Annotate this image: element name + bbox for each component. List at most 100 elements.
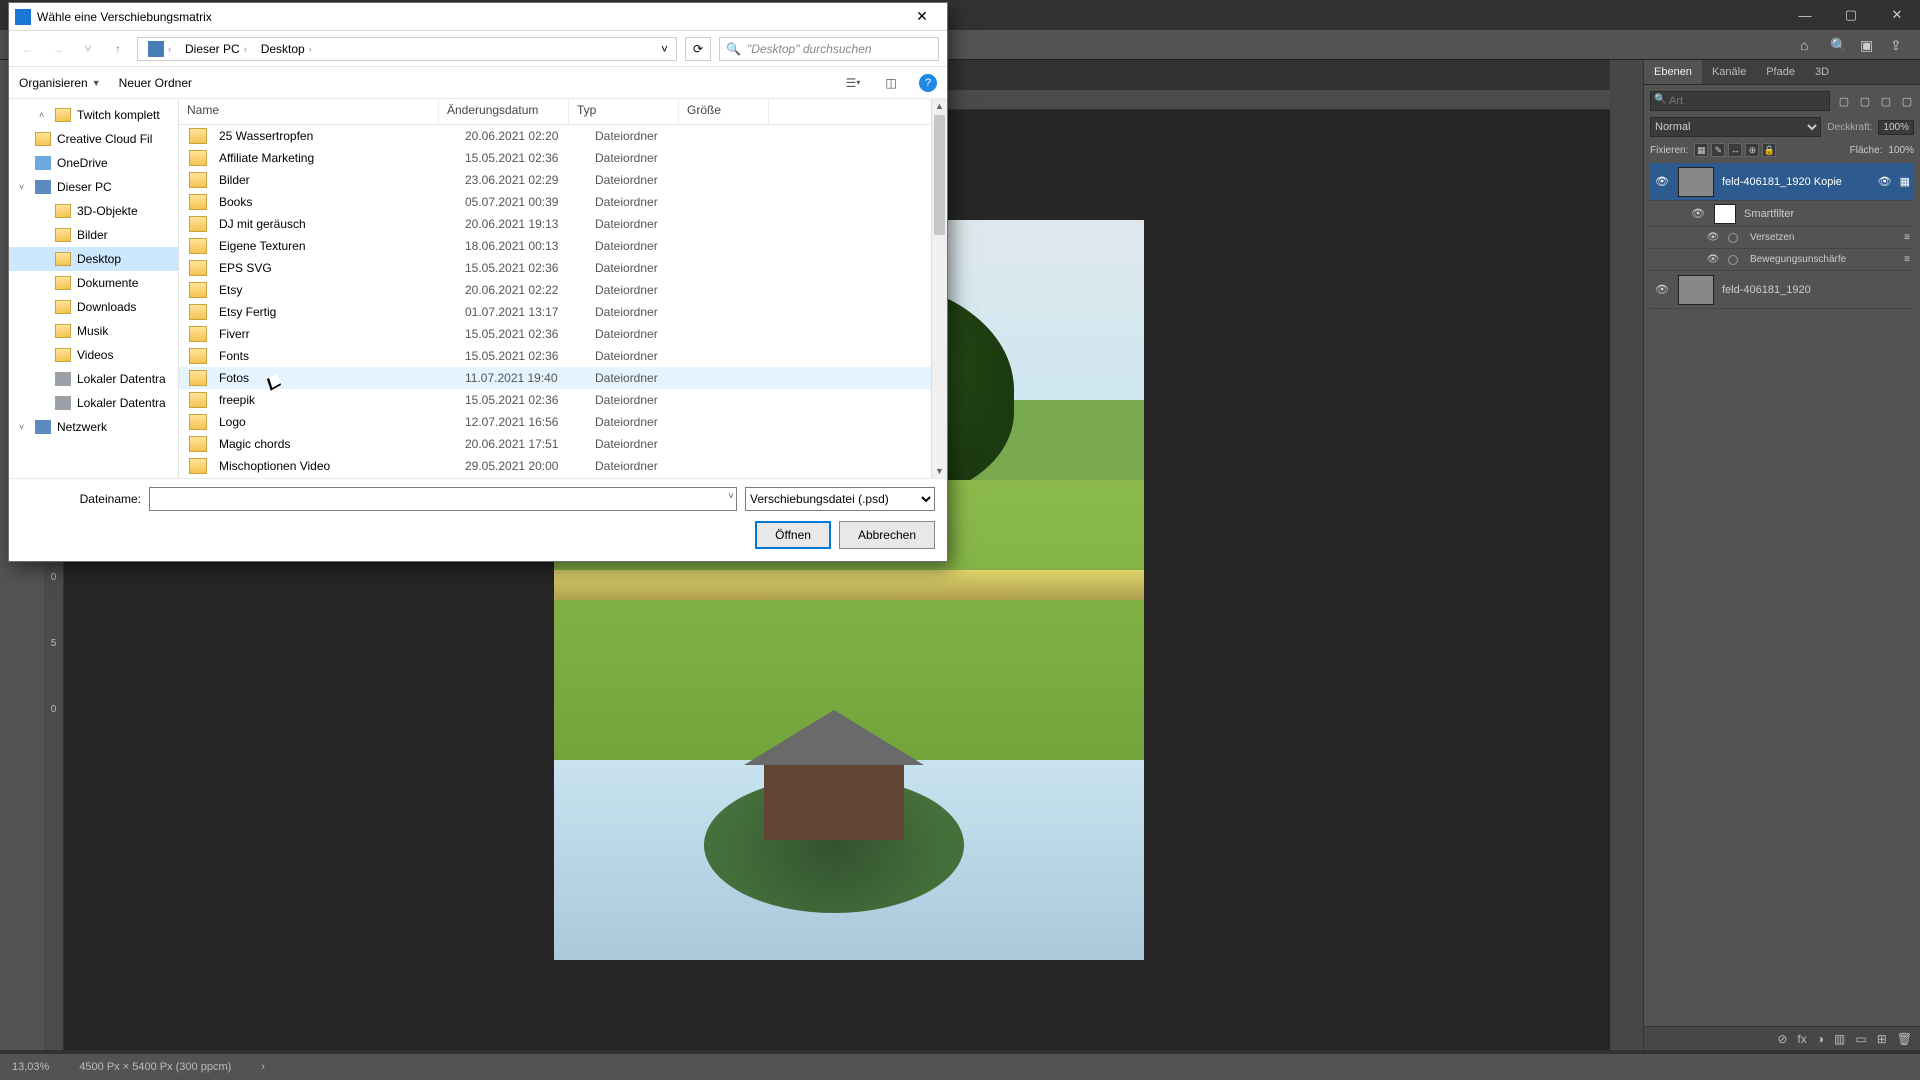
tree-node[interactable]: Creative Cloud Fil (9, 127, 178, 151)
col-date[interactable]: Änderungsdatum (439, 99, 569, 124)
file-row[interactable]: Eigene Texturen18.06.2021 00:13Dateiordn… (179, 235, 947, 257)
address-dropdown-icon[interactable]: ˅ (661, 42, 672, 56)
layer-name[interactable]: feld-406181_1920 Kopie (1722, 176, 1870, 188)
address-bar[interactable]: › Dieser PC› Desktop› ˅ (137, 37, 677, 61)
share-icon[interactable]: ⇪ (1890, 37, 1906, 53)
link-icon[interactable]: 👁 (1878, 175, 1892, 188)
layer-row[interactable]: 👁 feld-406181_1920 Kopie 👁 ▦ (1650, 163, 1914, 201)
dialog-close-icon[interactable]: ✕ (903, 5, 941, 29)
close-icon[interactable]: ✕ (1874, 0, 1920, 30)
opacity-value[interactable]: 100% (1878, 120, 1914, 135)
col-name[interactable]: Name (179, 99, 439, 124)
layer-row[interactable]: 👁Bewegungsunschärfe≡ (1650, 249, 1914, 271)
file-row[interactable]: Etsy Fertig01.07.2021 13:17Dateiordner (179, 301, 947, 323)
file-row[interactable]: Affiliate Marketing15.05.2021 02:36Datei… (179, 147, 947, 169)
visibility-icon[interactable]: 👁 (1654, 283, 1670, 296)
layer-filter-icon[interactable]: ▢ (1857, 93, 1873, 109)
visibility-icon[interactable]: 👁 (1706, 232, 1720, 243)
visibility-icon[interactable]: 👁 (1706, 254, 1720, 265)
lock-icon[interactable]: 🔒 (1762, 143, 1776, 157)
organize-menu[interactable]: Organisieren▼ (19, 76, 101, 90)
zoom-level[interactable]: 13,03% (12, 1061, 49, 1073)
layer-filter-icon[interactable]: ▢ (1836, 93, 1852, 109)
filter-blend-icon[interactable]: ≡ (1904, 254, 1910, 265)
file-row[interactable]: Bilder23.06.2021 02:29Dateiordner (179, 169, 947, 191)
layer-filter-input[interactable] (1650, 91, 1830, 111)
tree-node[interactable]: Dokumente (9, 271, 178, 295)
panel-footer-icon[interactable]: 🗑 (1897, 1032, 1912, 1046)
visibility-icon[interactable]: 👁 (1654, 175, 1670, 188)
tree-node[interactable]: Bilder (9, 223, 178, 247)
lock-icon[interactable]: ▦ (1694, 143, 1708, 157)
filename-input-wrap[interactable]: ˅ (149, 487, 737, 511)
expand-icon[interactable]: ˅ (19, 422, 29, 432)
file-row[interactable]: Logo12.07.2021 16:56Dateiordner (179, 411, 947, 433)
tree-node[interactable]: 3D-Objekte (9, 199, 178, 223)
dialog-titlebar[interactable]: Wähle eine Verschiebungsmatrix ✕ (9, 3, 947, 31)
expand-icon[interactable]: ˅ (19, 182, 29, 192)
folder-tree[interactable]: ˄Twitch komplettCreative Cloud FilOneDri… (9, 99, 179, 478)
nav-back-icon[interactable]: ← (17, 38, 39, 60)
nav-forward-icon[interactable]: → (47, 38, 69, 60)
scroll-up-icon[interactable]: ▲ (932, 99, 947, 113)
panel-tab[interactable]: Pfade (1756, 60, 1805, 84)
panel-footer-icon[interactable]: ▥ (1834, 1032, 1845, 1046)
panel-footer-icon[interactable]: fx (1797, 1032, 1806, 1046)
tree-node[interactable]: Lokaler Datentra (9, 391, 178, 415)
cancel-button[interactable]: Abbrechen (839, 521, 935, 549)
lock-icon[interactable]: ▦ (1900, 175, 1910, 188)
tree-node[interactable]: Downloads (9, 295, 178, 319)
scrollbar[interactable]: ▲ ▼ (931, 99, 947, 478)
layer-name[interactable]: feld-406181_1920 (1722, 284, 1910, 296)
search-icon[interactable]: 🔍 (1830, 37, 1846, 53)
tree-node[interactable]: Videos (9, 343, 178, 367)
tree-node[interactable]: ˅Dieser PC (9, 175, 178, 199)
collapsed-panel-strip[interactable] (1610, 60, 1644, 1050)
file-row[interactable]: Books05.07.2021 00:39Dateiordner (179, 191, 947, 213)
file-row[interactable]: 25 Wassertropfen20.06.2021 02:20Dateiord… (179, 125, 947, 147)
maximize-icon[interactable]: ▢ (1828, 0, 1874, 30)
layer-thumb[interactable] (1678, 275, 1714, 305)
help-icon[interactable]: ? (919, 74, 937, 92)
panel-footer-icon[interactable]: ⊘ (1777, 1032, 1787, 1046)
tree-node[interactable]: Desktop (9, 247, 178, 271)
breadcrumb-seg[interactable]: Desktop (261, 42, 305, 56)
tree-node[interactable]: ˄Twitch komplett (9, 103, 178, 127)
file-row[interactable]: Etsy20.06.2021 02:22Dateiordner (179, 279, 947, 301)
panel-footer-icon[interactable]: ▭ (1855, 1032, 1866, 1046)
filter-name[interactable]: Versetzen (1750, 232, 1794, 243)
file-row[interactable]: Fotos11.07.2021 19:40Dateiordner (179, 367, 947, 389)
lock-icon[interactable]: ⊕ (1745, 143, 1759, 157)
open-button[interactable]: Öffnen (755, 521, 831, 549)
file-row[interactable]: Magic chords20.06.2021 17:51Dateiordner (179, 433, 947, 455)
file-row[interactable]: Fonts15.05.2021 02:36Dateiordner (179, 345, 947, 367)
nav-up-icon[interactable]: ↑ (107, 38, 129, 60)
column-headers[interactable]: Name Änderungsdatum Typ Größe (179, 99, 947, 125)
tree-node[interactable]: Lokaler Datentra (9, 367, 178, 391)
filename-dropdown-icon[interactable]: ˅ (728, 491, 734, 502)
tree-node[interactable]: ˅Netzwerk (9, 415, 178, 439)
minimize-icon[interactable]: — (1782, 0, 1828, 30)
view-options-icon[interactable]: ☰▾ (843, 73, 863, 93)
layer-row[interactable]: 👁Versetzen≡ (1650, 227, 1914, 249)
refresh-icon[interactable]: ⟳ (685, 37, 711, 61)
breadcrumb-seg[interactable]: Dieser PC (185, 42, 240, 56)
tree-node[interactable]: Musik (9, 319, 178, 343)
filter-mask-thumb[interactable] (1714, 204, 1736, 224)
tree-node[interactable]: OneDrive (9, 151, 178, 175)
lock-icon[interactable]: ✎ (1711, 143, 1725, 157)
nav-recent-icon[interactable]: ˅ (77, 38, 99, 60)
panel-footer-icon[interactable]: ⊞ (1877, 1032, 1887, 1046)
lock-icon[interactable]: ↔ (1728, 143, 1742, 157)
file-row[interactable]: EPS SVG15.05.2021 02:36Dateiordner (179, 257, 947, 279)
col-size[interactable]: Größe (679, 99, 769, 124)
file-row[interactable]: DJ mit geräusch20.06.2021 19:13Dateiordn… (179, 213, 947, 235)
new-folder-button[interactable]: Neuer Ordner (119, 76, 192, 90)
blend-mode-select[interactable]: Normal (1650, 117, 1821, 137)
panel-tab[interactable]: Ebenen (1644, 60, 1702, 84)
file-row[interactable]: Mischoptionen Video29.05.2021 20:00Datei… (179, 455, 947, 477)
scroll-down-icon[interactable]: ▼ (932, 464, 947, 478)
smart-filters-label[interactable]: Smartfilter (1744, 208, 1910, 220)
search-box[interactable]: 🔍 "Desktop" durchsuchen (719, 37, 939, 61)
layer-filter-icon[interactable]: ▢ (1899, 93, 1915, 109)
